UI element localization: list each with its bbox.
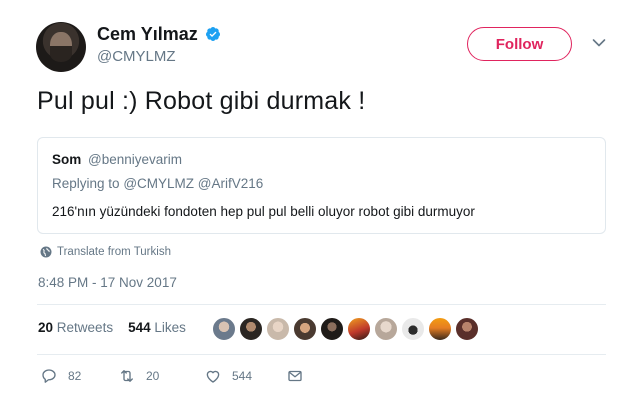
likes-label: Likes xyxy=(154,320,186,335)
liker-avatar[interactable] xyxy=(347,317,371,341)
retweets-label: Retweets xyxy=(56,320,114,335)
liker-avatar[interactable] xyxy=(293,317,317,341)
author-handle[interactable]: @CMYLMZ xyxy=(97,48,176,65)
chevron-down-icon[interactable] xyxy=(592,38,606,48)
liker-avatar[interactable] xyxy=(401,317,425,341)
quoted-tweet-text: 216'nın yüzündeki fondoten hep pul pul b… xyxy=(52,204,475,219)
quoted-author-name: Som xyxy=(52,152,82,167)
envelope-icon xyxy=(288,370,302,382)
quoted-tweet[interactable]: Som @benniyevarim Replying to @CMYLMZ @A… xyxy=(37,137,606,234)
retweet-icon xyxy=(121,370,133,382)
tweet-stats: 20 Retweets 544 Likes xyxy=(38,320,186,335)
liker-avatar[interactable] xyxy=(455,317,479,341)
liker-avatar[interactable] xyxy=(239,317,263,341)
liker-avatar[interactable] xyxy=(374,317,398,341)
quoted-author-handle: @benniyevarim xyxy=(88,152,182,167)
liker-avatar[interactable] xyxy=(212,317,236,341)
replying-to-mentions[interactable]: @CMYLMZ @ArifV216 xyxy=(123,176,263,191)
liker-avatar[interactable] xyxy=(266,317,290,341)
liker-avatar[interactable] xyxy=(428,317,452,341)
retweet-action[interactable]: 20 xyxy=(118,367,159,385)
likes-count: 544 xyxy=(128,320,151,335)
verified-badge-icon xyxy=(205,27,220,41)
retweet-count: 20 xyxy=(146,369,160,383)
avatar-beard xyxy=(50,46,72,62)
reply-count: 82 xyxy=(68,369,82,383)
replying-to-line: Replying to @CMYLMZ @ArifV216 xyxy=(52,176,263,191)
message-action[interactable] xyxy=(286,367,304,385)
author-name[interactable]: Cem Yılmaz xyxy=(97,24,198,45)
tweet-text: Pul pul :) Robot gibi durmak ! xyxy=(37,87,366,115)
translate-label[interactable]: Translate from Turkish xyxy=(57,246,171,258)
tweet-timestamp[interactable]: 8:48 PM - 17 Nov 2017 xyxy=(38,275,177,290)
likes-stat[interactable]: 544 Likes xyxy=(128,320,186,335)
follow-button[interactable]: Follow xyxy=(467,27,572,61)
retweets-stat[interactable]: 20 Retweets xyxy=(38,320,113,335)
liker-avatar[interactable] xyxy=(320,317,344,341)
divider-top xyxy=(37,304,606,305)
replying-to-label: Replying to xyxy=(52,176,120,191)
like-action[interactable]: 544 xyxy=(204,367,252,385)
liker-avatars xyxy=(212,317,479,341)
reply-icon xyxy=(42,369,56,383)
retweets-count: 20 xyxy=(38,320,54,335)
globe-icon xyxy=(40,246,52,258)
author-avatar[interactable] xyxy=(36,22,86,72)
heart-icon xyxy=(206,370,220,383)
reply-action[interactable]: 82 xyxy=(40,367,81,385)
like-count: 544 xyxy=(232,369,253,383)
translate-link[interactable]: Translate from Turkish xyxy=(40,245,171,259)
divider-bottom xyxy=(37,354,606,355)
